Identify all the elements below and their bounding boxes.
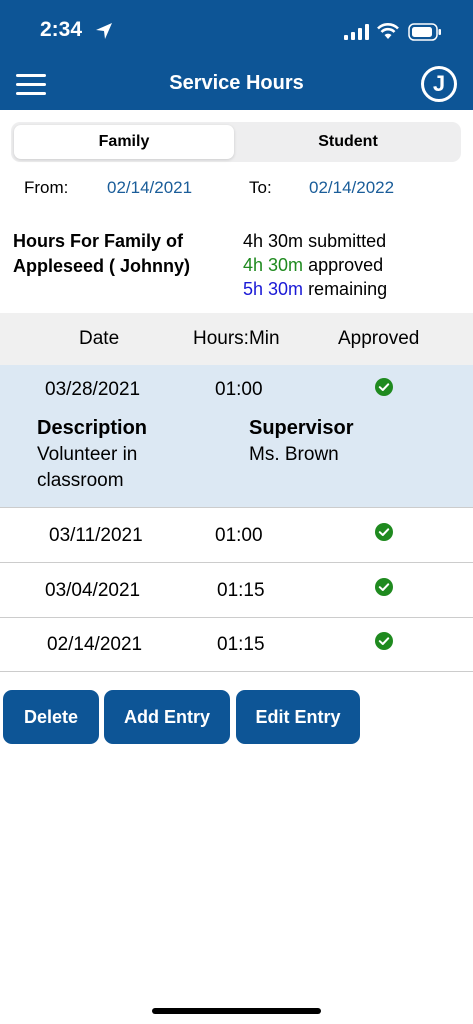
approved-line: 4h 30m approved [243,253,387,277]
remaining-label: remaining [308,279,388,299]
edit-entry-button[interactable]: Edit Entry [236,690,360,744]
to-label: To: [249,178,272,197]
table-row[interactable]: 03/04/2021 01:15 [0,563,473,618]
table-row[interactable]: 03/28/2021 01:00 Description Volunteer i… [0,365,473,508]
approved-value: 4h 30m [243,255,304,275]
submitted-label: submitted [308,231,387,251]
page-title: Service Hours [169,72,304,94]
hours-title-line1: Hours For Family of [13,231,184,251]
header-date: Date [79,328,120,349]
segment-student[interactable]: Student [238,125,458,159]
hours-for-title: Hours For Family of Appleseed ( Johnny) [13,229,238,279]
location-arrow-icon [96,23,112,39]
row-date: 02/14/2021 [47,634,143,655]
row-date: 03/04/2021 [45,580,141,601]
row-hours: 01:00 [215,525,263,546]
table-row[interactable]: 03/11/2021 01:00 [0,508,473,563]
supervisor-label: Supervisor [249,417,354,439]
from-label: From: [24,178,69,197]
home-indicator [152,1008,321,1014]
description-line2: classroom [37,470,124,491]
check-circle-icon [375,632,393,650]
remaining-line: 5h 30m remaining [243,277,387,301]
segment-family[interactable]: Family [14,125,234,159]
add-entry-button[interactable]: Add Entry [104,690,230,744]
signal-icon [344,24,369,40]
avatar[interactable]: J [421,66,457,102]
submitted-line: 4h 30m submitted [243,229,387,253]
delete-button[interactable]: Delete [3,690,99,744]
row-hours: 01:15 [217,634,265,655]
wifi-icon [377,23,399,39]
nav-bar: 2:34 Service Hours J [0,0,473,110]
row-hours: 01:15 [217,580,265,601]
description-label: Description [37,417,148,439]
hours-summary: 4h 30m submitted 4h 30m approved 5h 30m … [243,229,387,301]
family-student-toggle: Family Student [11,122,461,162]
check-circle-icon [375,578,393,596]
hours-title-line2: Appleseed ( Johnny) [13,256,191,276]
row-date: 03/28/2021 [45,379,141,400]
battery-icon [408,23,441,41]
header-hours: Hours:Min [193,328,280,349]
table-header: Date Hours:Min Approved [0,313,473,365]
header-approved: Approved [338,328,420,349]
row-hours: 01:00 [215,379,263,400]
from-date[interactable]: 02/14/2021 [107,178,192,198]
to-date[interactable]: 02/14/2022 [309,178,394,198]
status-time: 2:34 [40,18,83,41]
check-circle-icon [375,523,393,541]
table-row[interactable]: 02/14/2021 01:15 [0,618,473,672]
check-circle-icon [375,378,393,396]
description-text: Volunteer in classroom [37,442,137,494]
approved-label: approved [308,255,384,275]
supervisor-value: Ms. Brown [249,444,339,465]
remaining-value: 5h 30m [243,279,304,299]
submitted-value: 4h 30m [243,231,304,251]
description-line1: Volunteer in [37,444,138,465]
row-date: 03/11/2021 [49,525,143,546]
